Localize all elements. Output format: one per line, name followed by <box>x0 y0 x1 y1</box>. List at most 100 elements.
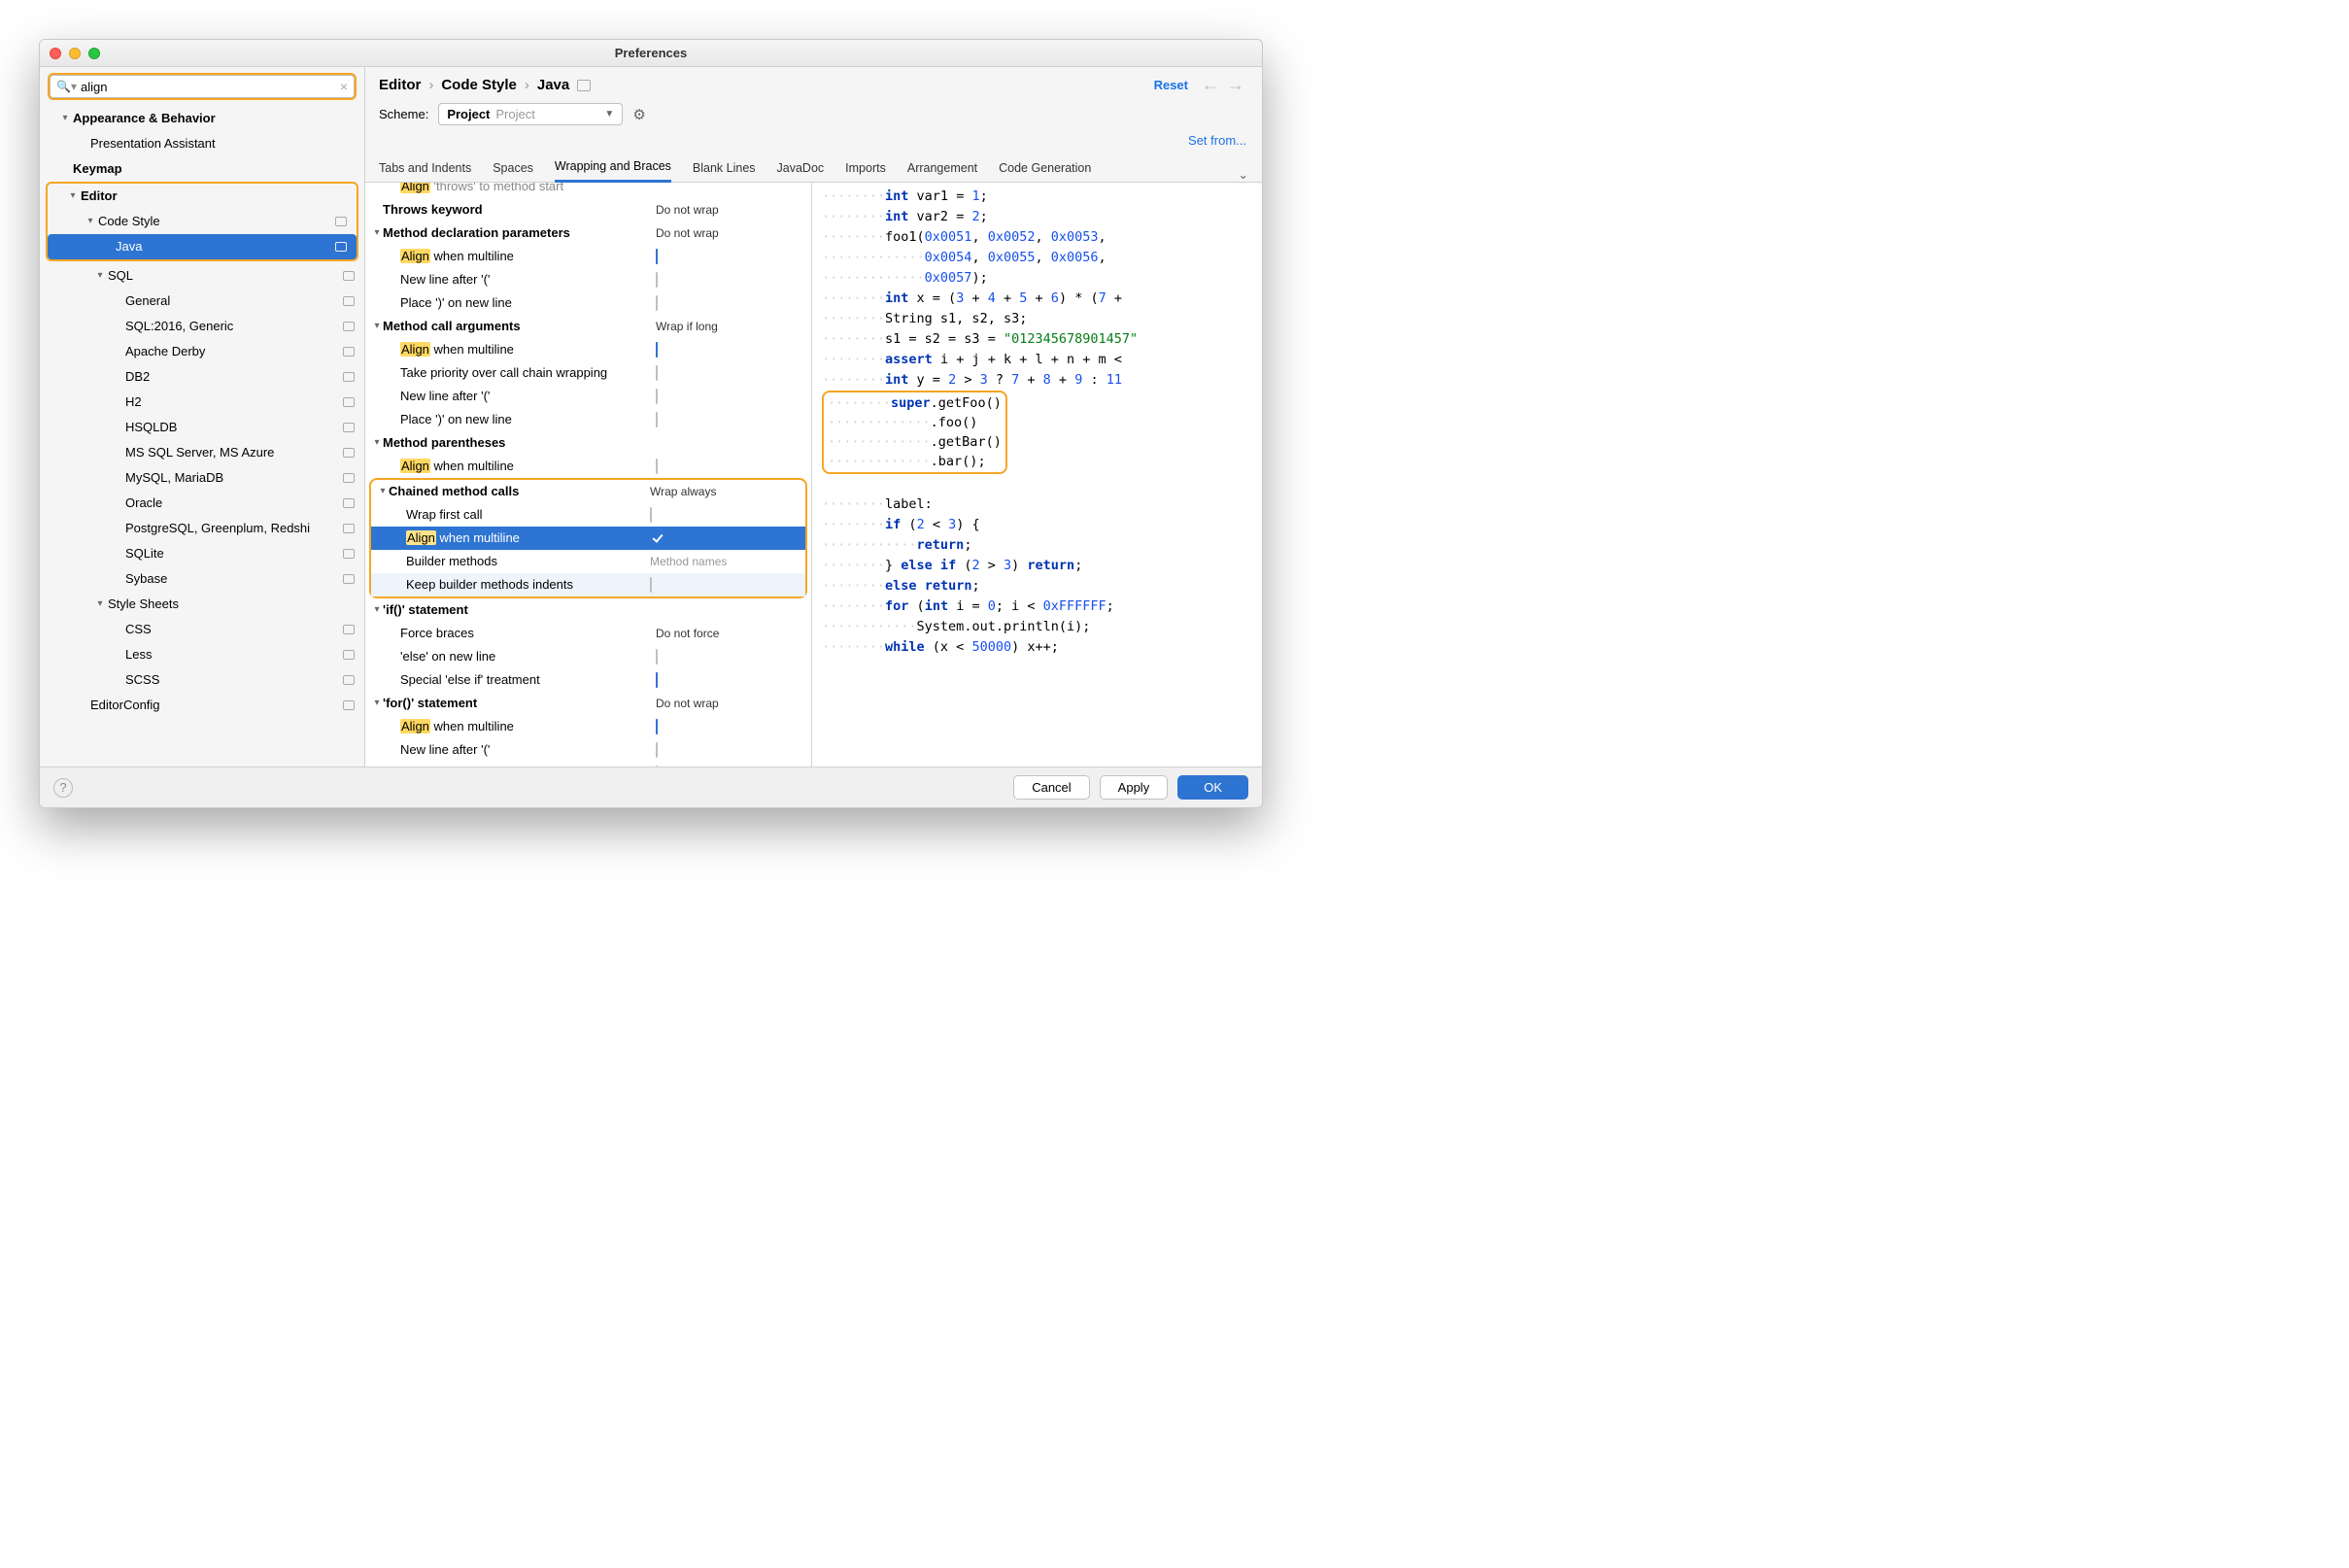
option-row[interactable]: New line after '(' <box>365 268 811 291</box>
search-field[interactable] <box>81 80 340 94</box>
sidebar-item[interactable]: ▾Style Sheets <box>40 592 364 617</box>
option-row[interactable]: Align when multiline <box>365 455 811 478</box>
chevron-down-icon[interactable]: ▾ <box>94 266 106 286</box>
option-value[interactable]: Wrap if long <box>656 317 801 336</box>
option-group[interactable]: ▾Method declaration parametersDo not wra… <box>365 222 811 245</box>
sidebar-item[interactable]: Presentation Assistant <box>40 131 364 156</box>
tab[interactable]: Imports <box>845 155 886 182</box>
tab[interactable]: Tabs and Indents <box>379 155 471 182</box>
sidebar-item[interactable]: SQLite <box>40 541 364 566</box>
sidebar-item[interactable]: SCSS <box>40 667 364 693</box>
chevron-down-icon[interactable]: ▾ <box>67 187 79 206</box>
option-row[interactable]: New line after '(' <box>365 738 811 762</box>
option-value[interactable]: Do not wrap <box>656 694 801 713</box>
option-value[interactable]: Method names <box>650 552 796 571</box>
checkbox[interactable] <box>656 412 658 427</box>
option-row[interactable]: Align 'throws' to method start <box>365 183 811 198</box>
sidebar-item[interactable]: Less <box>40 642 364 667</box>
tab[interactable]: Code Generation <box>999 155 1091 182</box>
checkbox[interactable] <box>656 742 658 758</box>
crumb-editor[interactable]: Editor <box>379 77 421 93</box>
tab[interactable]: Blank Lines <box>693 155 756 182</box>
option-row[interactable]: Align when multiline <box>371 527 805 550</box>
checkbox[interactable] <box>656 272 658 288</box>
option-row[interactable]: Keep builder methods indents <box>371 573 805 597</box>
chevron-down-icon[interactable]: ▾ <box>85 212 96 231</box>
cancel-button[interactable]: Cancel <box>1013 775 1089 800</box>
clear-search-icon[interactable]: × <box>340 79 348 94</box>
back-icon[interactable]: ← <box>1202 75 1219 95</box>
checkbox[interactable] <box>650 530 652 546</box>
sidebar-item[interactable]: ▾Editor <box>48 184 357 209</box>
tabs-overflow-icon[interactable]: ⌄ <box>1239 167 1248 182</box>
options-panel[interactable]: Align 'throws' to method startThrows key… <box>365 183 812 767</box>
close-icon[interactable] <box>50 48 61 59</box>
sidebar-item[interactable]: CSS <box>40 617 364 642</box>
option-value[interactable]: Wrap always <box>650 482 796 501</box>
option-row[interactable]: Builder methodsMethod names <box>371 550 805 573</box>
zoom-icon[interactable] <box>88 48 100 59</box>
sidebar-item[interactable]: Sybase <box>40 566 364 592</box>
option-group[interactable]: ▾Method call argumentsWrap if long <box>365 315 811 338</box>
checkbox[interactable] <box>656 342 658 358</box>
sidebar-item[interactable]: Apache Derby <box>40 339 364 364</box>
sidebar-item[interactable]: Java <box>48 234 357 259</box>
reset-link[interactable]: Reset <box>1154 78 1188 92</box>
option-value[interactable]: Do not wrap <box>656 200 801 220</box>
checkbox[interactable] <box>656 389 658 404</box>
scheme-select[interactable]: Project Project ▼ <box>438 103 623 125</box>
checkbox[interactable] <box>650 577 652 593</box>
checkbox[interactable] <box>656 295 658 311</box>
titlebar[interactable]: Preferences <box>40 40 1262 67</box>
option-row[interactable]: Force bracesDo not force <box>365 622 811 645</box>
sidebar-item[interactable]: SQL:2016, Generic <box>40 314 364 339</box>
checkbox[interactable] <box>656 766 658 767</box>
set-from-link[interactable]: Set from... <box>1188 133 1246 148</box>
sidebar-item[interactable]: PostgreSQL, Greenplum, Redshi <box>40 516 364 541</box>
sidebar-item[interactable]: ▾Appearance & Behavior <box>40 106 364 131</box>
tab[interactable]: JavaDoc <box>777 155 825 182</box>
ok-button[interactable]: OK <box>1177 775 1248 800</box>
sidebar-item[interactable]: ▾SQL <box>40 263 364 289</box>
option-row[interactable]: Place ')' on new line <box>365 762 811 767</box>
checkbox[interactable] <box>656 719 658 734</box>
minimize-icon[interactable] <box>69 48 81 59</box>
sidebar-item[interactable]: HSQLDB <box>40 415 364 440</box>
apply-button[interactable]: Apply <box>1100 775 1169 800</box>
sidebar-item[interactable]: Oracle <box>40 491 364 516</box>
option-row[interactable]: Place ')' on new line <box>365 408 811 431</box>
option-row[interactable]: Wrap first call <box>371 503 805 527</box>
option-row[interactable]: 'else' on new line <box>365 645 811 668</box>
sidebar-item[interactable]: EditorConfig <box>40 693 364 718</box>
checkbox[interactable] <box>656 459 658 474</box>
help-icon[interactable]: ? <box>53 778 73 798</box>
option-row[interactable]: Align when multiline <box>365 338 811 361</box>
option-value[interactable]: Do not force <box>656 624 801 643</box>
sidebar-item[interactable]: General <box>40 289 364 314</box>
sidebar-item[interactable]: MS SQL Server, MS Azure <box>40 440 364 465</box>
crumb-java[interactable]: Java <box>537 77 569 93</box>
checkbox[interactable] <box>650 507 652 523</box>
tab[interactable]: Wrapping and Braces <box>555 153 671 183</box>
option-group[interactable]: ▾Method parentheses <box>365 431 811 455</box>
option-row[interactable]: New line after '(' <box>365 385 811 408</box>
option-row[interactable]: Align when multiline <box>365 715 811 738</box>
option-row[interactable]: Align when multiline <box>365 245 811 268</box>
option-group[interactable]: ▾Chained method callsWrap always <box>371 480 805 503</box>
sidebar-item[interactable]: ▾Code Style <box>48 209 357 234</box>
option-group[interactable]: ▾'if()' statement <box>365 598 811 622</box>
checkbox[interactable] <box>656 649 658 665</box>
chevron-down-icon[interactable]: ▾ <box>59 109 71 128</box>
sidebar-item[interactable]: Keymap <box>40 156 364 182</box>
chevron-down-icon[interactable]: ▾ <box>94 595 106 614</box>
tab[interactable]: Spaces <box>493 155 533 182</box>
option-row[interactable]: Special 'else if' treatment <box>365 668 811 692</box>
gear-icon[interactable]: ⚙ <box>632 106 645 123</box>
option-group[interactable]: ▾'for()' statementDo not wrap <box>365 692 811 715</box>
tab[interactable]: Arrangement <box>907 155 977 182</box>
checkbox[interactable] <box>656 672 658 688</box>
option-row[interactable]: Place ')' on new line <box>365 291 811 315</box>
option-row[interactable]: Take priority over call chain wrapping <box>365 361 811 385</box>
sidebar-item[interactable]: DB2 <box>40 364 364 390</box>
option-group[interactable]: Throws keywordDo not wrap <box>365 198 811 222</box>
